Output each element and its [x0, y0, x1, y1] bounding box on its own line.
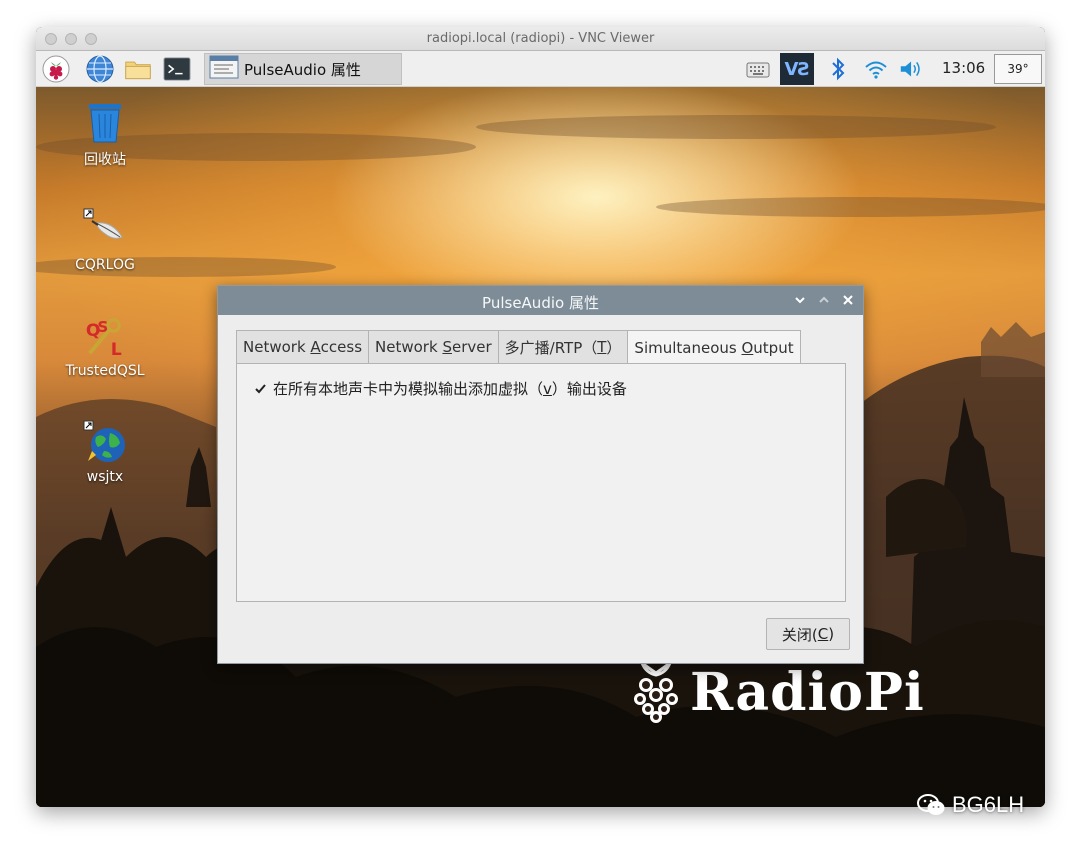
desktop-icon-wsjtx[interactable]: wsjtx [55, 419, 155, 485]
vnc-server-icon[interactable]: VƧ [780, 53, 814, 85]
tab-mnemonic: A [310, 338, 321, 356]
chevron-up-icon[interactable] [816, 292, 832, 308]
close-button-label: ) [828, 625, 835, 643]
window-title: radiopi.local (radiopi) - VNC Viewer [426, 31, 655, 46]
trash-icon [82, 99, 128, 145]
close-icon[interactable] [840, 292, 856, 308]
tab-mnemonic: O [741, 338, 754, 357]
desktop[interactable]: 回收站 CQRLOG Q S L TrustedQSL wsjtx RadioP… [36, 87, 1045, 807]
vnc-viewer-window: radiopi.local (radiopi) - VNC Viewer Pul… [36, 27, 1045, 807]
tab-label: Simultaneous [634, 338, 742, 357]
tab-simultaneous-output[interactable]: Simultaneous Output [627, 330, 801, 364]
wechat-icon [917, 794, 945, 815]
tab-mnemonic: S [442, 338, 452, 356]
chevron-down-icon[interactable] [792, 292, 808, 308]
globe-icon [82, 419, 128, 465]
close-button-label: 关闭( [781, 625, 818, 644]
desktop-icon-label: TrustedQSL [65, 363, 145, 379]
clock[interactable]: 13:06 [942, 59, 985, 77]
desktop-icon-cqrlog[interactable]: CQRLOG [55, 207, 155, 273]
brand-text: RadioPi [690, 661, 925, 723]
tab-network-access[interactable]: Network Access [236, 330, 370, 363]
taskbar-pulseaudio-label: PulseAudio 属性 [244, 60, 361, 79]
dialog-tabs: Network Access Network Server 多广播/RTP（ T）… [236, 330, 801, 364]
raspberry-menu-icon[interactable] [42, 55, 70, 83]
trustedqsl-icon: Q S L [82, 313, 128, 360]
virtual-output-label[interactable]: 在所有本地声卡中为模拟输出添加虚拟（v）输出设备 [273, 378, 627, 399]
svg-text:L: L [111, 340, 122, 360]
vnc-server-label: VƧ [784, 58, 811, 80]
pavucontrol-icon [209, 54, 239, 84]
window-titlebar[interactable]: radiopi.local (radiopi) - VNC Viewer [36, 27, 1045, 51]
volume-icon[interactable] [898, 55, 926, 83]
tab-label: ） [606, 338, 622, 357]
radiopi-logo: RadioPi [628, 659, 925, 725]
tab-label: ccess [320, 338, 363, 356]
desktop-icon-trustedqsl[interactable]: Q S L TrustedQSL [55, 313, 155, 379]
tab-label: Network [243, 338, 311, 356]
web-browser-icon[interactable] [86, 55, 114, 83]
checkbox-mnemonic: v [543, 380, 552, 398]
terminal-icon[interactable] [163, 55, 191, 83]
taskbar: PulseAudio 属性 VƧ 13:06 39° [36, 51, 1045, 87]
close-button[interactable]: 关闭(C) [766, 618, 850, 650]
tab-label: erver [451, 338, 492, 356]
tab-network-server[interactable]: Network Server [368, 330, 499, 363]
desktop-icon-label: wsjtx [86, 469, 124, 485]
virtual-output-checkbox[interactable] [253, 381, 268, 396]
wifi-icon[interactable] [862, 55, 890, 83]
wechat-watermark: BG6LH [916, 792, 1024, 818]
virtual-output-option[interactable]: 在所有本地声卡中为模拟输出添加虚拟（v）输出设备 [253, 378, 627, 399]
tab-label: utput [753, 338, 794, 357]
dialog-title: PulseAudio 属性 [482, 294, 599, 312]
tab-label: Network [375, 338, 443, 356]
checkbox-label-text: 在所有本地声卡中为模拟输出添加虚拟（ [273, 380, 544, 398]
desktop-icon-label: CQRLOG [75, 257, 135, 273]
taskbar-pulseaudio-button[interactable]: PulseAudio 属性 [204, 53, 402, 85]
bluetooth-icon[interactable] [824, 55, 852, 83]
tab-label: 多广播/RTP（ [504, 338, 598, 357]
dialog-titlebar[interactable]: PulseAudio 属性 [218, 286, 863, 315]
watermark-text: BG6LH [952, 792, 1025, 817]
raspberry-logo-icon [634, 659, 678, 723]
tab-mnemonic: T [597, 338, 607, 356]
simultaneous-output-panel: 在所有本地声卡中为模拟输出添加虚拟（v）输出设备 [236, 363, 846, 602]
desktop-icon-label: 回收站 [84, 152, 126, 168]
file-manager-icon[interactable] [124, 55, 152, 83]
keyboard-icon[interactable] [744, 55, 772, 83]
desktop-icon-trash[interactable]: 回收站 [55, 99, 155, 169]
cqrlog-icon [82, 207, 128, 253]
checkbox-label-text: ）输出设备 [551, 380, 627, 398]
pulseaudio-properties-dialog: PulseAudio 属性 Network Access Network Ser… [217, 285, 864, 664]
tab-multicast-rtp[interactable]: 多广播/RTP（ T） [497, 330, 629, 363]
cpu-temperature[interactable]: 39° [994, 54, 1042, 84]
close-button-mnemonic: C [817, 625, 829, 643]
